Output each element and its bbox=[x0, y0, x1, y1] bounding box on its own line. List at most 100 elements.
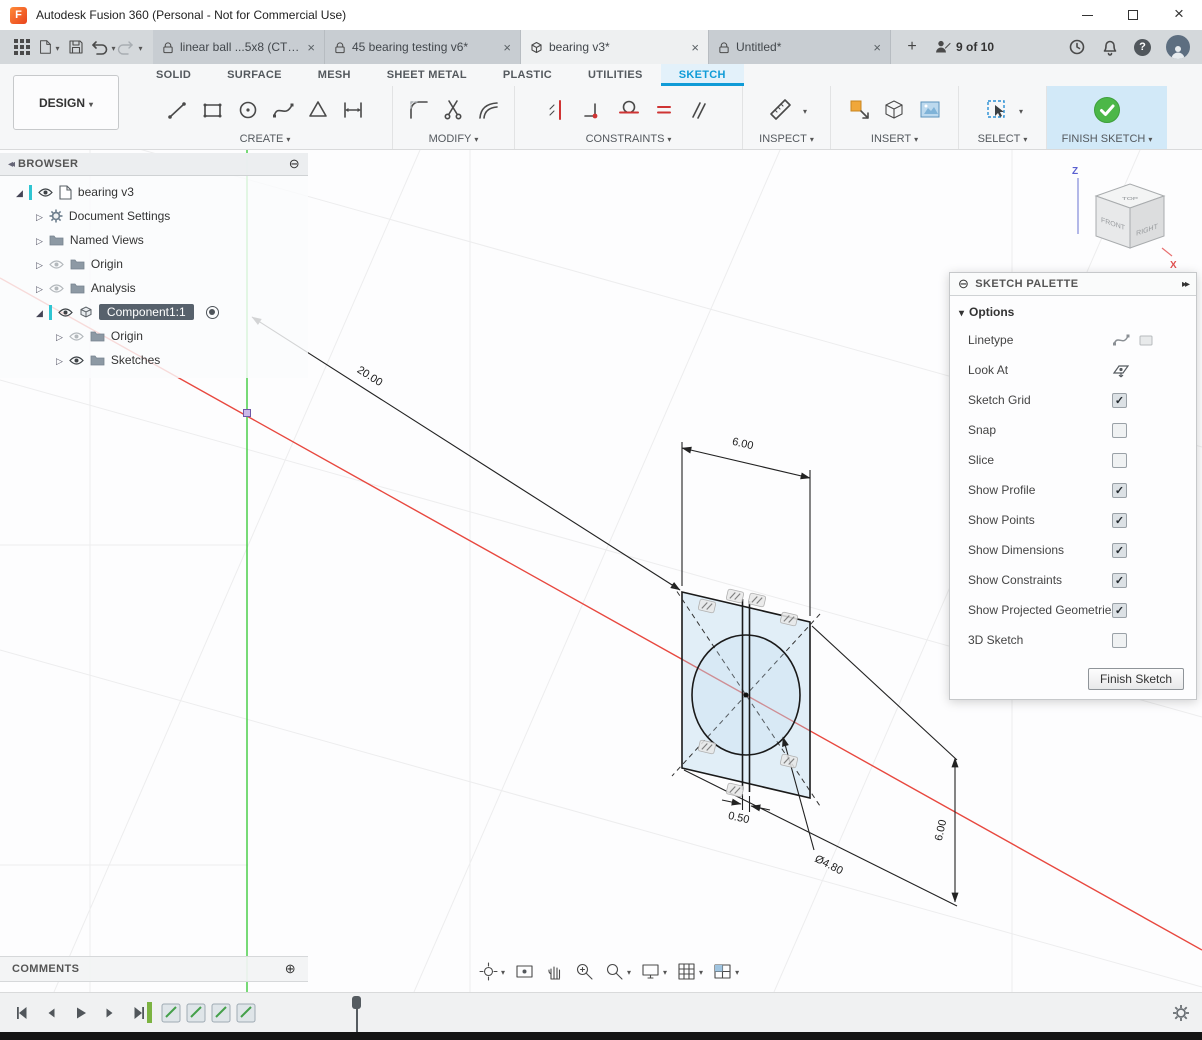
dim-line-width[interactable] bbox=[682, 448, 810, 478]
collapse-panel-icon[interactable] bbox=[8, 158, 12, 170]
tab-solid[interactable]: SOLID bbox=[138, 64, 209, 86]
linetype-rect-button[interactable] bbox=[1137, 331, 1155, 349]
panel-minimize-icon[interactable] bbox=[958, 276, 969, 292]
measure-tool[interactable] bbox=[766, 95, 796, 125]
dimension-tool[interactable] bbox=[338, 95, 368, 125]
constraints-dropdown[interactable]: CONSTRAINTS bbox=[515, 131, 742, 146]
dim-label-height[interactable]: 6.00 bbox=[933, 819, 950, 843]
tree-item-label[interactable]: Document Settings bbox=[69, 209, 170, 223]
dim-label-slot[interactable]: 0.50 bbox=[727, 810, 751, 827]
dim-line-slot[interactable] bbox=[722, 800, 741, 804]
show-profile-checkbox[interactable] bbox=[1112, 483, 1127, 498]
save-button[interactable] bbox=[62, 34, 89, 61]
tree-item-label[interactable]: Named Views bbox=[70, 233, 144, 247]
tab-sheet-metal[interactable]: SHEET METAL bbox=[369, 64, 485, 86]
tree-item-analysis[interactable]: Analysis bbox=[0, 276, 308, 300]
tree-item-component-origin[interactable]: Origin bbox=[0, 324, 308, 348]
pan-button[interactable] bbox=[544, 961, 565, 982]
expand-icon[interactable] bbox=[16, 185, 23, 199]
trim-tool[interactable] bbox=[439, 95, 469, 125]
show-projected-geometries-checkbox[interactable] bbox=[1112, 603, 1127, 618]
eye-icon[interactable] bbox=[38, 187, 53, 198]
display-settings-icon[interactable] bbox=[289, 156, 300, 172]
step-back-button[interactable] bbox=[39, 1001, 63, 1025]
file-menu-button[interactable] bbox=[35, 34, 62, 61]
options-section-toggle[interactable]: Options bbox=[950, 299, 1196, 325]
sketch-palette-header[interactable]: SKETCH PALETTE bbox=[950, 273, 1196, 296]
workspace-selector[interactable]: DESIGN bbox=[13, 75, 119, 130]
look-at-button[interactable] bbox=[1112, 361, 1130, 379]
notifications-button[interactable] bbox=[1101, 38, 1119, 56]
display-settings-button[interactable] bbox=[640, 961, 667, 982]
tab-plastic[interactable]: PLASTIC bbox=[485, 64, 570, 86]
add-comment-icon[interactable] bbox=[285, 961, 296, 977]
create-dropdown[interactable]: CREATE bbox=[138, 131, 392, 146]
show-constraints-checkbox[interactable] bbox=[1112, 573, 1127, 588]
document-tab-4[interactable]: Untitled* bbox=[709, 30, 891, 64]
select-tool[interactable] bbox=[982, 95, 1012, 125]
tab-close-button[interactable] bbox=[873, 40, 881, 55]
circle-tool[interactable] bbox=[233, 95, 263, 125]
tab-close-button[interactable] bbox=[691, 40, 699, 55]
3d-sketch-checkbox[interactable] bbox=[1112, 633, 1127, 648]
tab-close-button[interactable] bbox=[503, 40, 511, 55]
timeline-marker[interactable] bbox=[147, 1002, 152, 1023]
document-tab-active[interactable]: bearing v3* bbox=[521, 30, 709, 64]
maximize-button[interactable] bbox=[1110, 0, 1156, 30]
finish-sketch-dropdown[interactable]: FINISH SKETCH bbox=[1047, 131, 1167, 146]
offset-tool[interactable] bbox=[474, 95, 504, 125]
expand-icon[interactable] bbox=[36, 233, 43, 247]
polygon-tool[interactable] bbox=[303, 95, 333, 125]
step-forward-button[interactable] bbox=[97, 1001, 121, 1025]
tree-item-sketches[interactable]: Sketches bbox=[0, 348, 308, 372]
expand-icon[interactable] bbox=[36, 257, 43, 271]
tree-item-named-views[interactable]: Named Views bbox=[0, 228, 308, 252]
tab-mesh[interactable]: MESH bbox=[300, 64, 369, 86]
tree-item-label[interactable]: Analysis bbox=[91, 281, 136, 295]
coincident-constraint[interactable] bbox=[579, 95, 609, 125]
tree-item-component[interactable]: Component1:1 bbox=[0, 300, 308, 324]
new-document-button[interactable] bbox=[899, 34, 925, 60]
eye-icon[interactable] bbox=[58, 307, 73, 318]
close-button[interactable] bbox=[1156, 0, 1202, 30]
playhead-knob[interactable] bbox=[352, 996, 361, 1009]
redo-button[interactable] bbox=[116, 34, 143, 61]
timeline-feature-sketch-4[interactable] bbox=[237, 1004, 255, 1022]
sketch-grid-checkbox[interactable] bbox=[1112, 393, 1127, 408]
line-tool[interactable] bbox=[163, 95, 193, 125]
expand-icon[interactable] bbox=[56, 329, 63, 343]
timeline-feature-sketch-3[interactable] bbox=[212, 1004, 230, 1022]
tree-item-label[interactable]: Sketches bbox=[111, 353, 160, 367]
insert-derive-tool[interactable] bbox=[845, 95, 875, 125]
expand-icon[interactable] bbox=[36, 281, 43, 295]
minimize-button[interactable] bbox=[1064, 0, 1110, 30]
tree-item-label[interactable]: Origin bbox=[91, 257, 123, 271]
snap-checkbox[interactable] bbox=[1112, 423, 1127, 438]
tree-item-document-settings[interactable]: Document Settings bbox=[0, 204, 308, 228]
zoom-button[interactable] bbox=[574, 961, 595, 982]
dim-line-plane-offset[interactable] bbox=[252, 317, 680, 590]
dim-label-width[interactable]: 6.00 bbox=[731, 436, 755, 453]
sketch-viewport[interactable]: 20.00 6.00 0.50 Ø4.80 bbox=[0, 150, 1202, 992]
tree-item-label-selected[interactable]: Component1:1 bbox=[99, 304, 194, 320]
expand-icon[interactable] bbox=[56, 353, 63, 367]
fillet-tool[interactable] bbox=[404, 95, 434, 125]
select-dropdown[interactable]: SELECT bbox=[959, 131, 1046, 146]
tree-item-origin[interactable]: Origin bbox=[0, 252, 308, 276]
eye-off-icon[interactable] bbox=[69, 331, 84, 342]
tab-close-button[interactable] bbox=[307, 40, 315, 55]
show-points-checkbox[interactable] bbox=[1112, 513, 1127, 528]
equal-constraint[interactable] bbox=[649, 95, 679, 125]
show-dimensions-checkbox[interactable] bbox=[1112, 543, 1127, 558]
view-cube[interactable]: Z TOP FRONT RIGHT X bbox=[1062, 158, 1192, 278]
spline-tool[interactable] bbox=[268, 95, 298, 125]
eye-off-icon[interactable] bbox=[49, 283, 64, 294]
tree-item-root[interactable]: bearing v3 bbox=[0, 180, 308, 204]
browser-header[interactable]: BROWSER bbox=[0, 153, 308, 176]
eye-icon[interactable] bbox=[69, 355, 84, 366]
tree-item-label[interactable]: bearing v3 bbox=[78, 185, 134, 199]
timeline-feature-sketch-2[interactable] bbox=[187, 1004, 205, 1022]
fit-button[interactable] bbox=[604, 961, 631, 982]
tab-surface[interactable]: SURFACE bbox=[209, 64, 300, 86]
user-avatar[interactable] bbox=[1166, 35, 1190, 59]
